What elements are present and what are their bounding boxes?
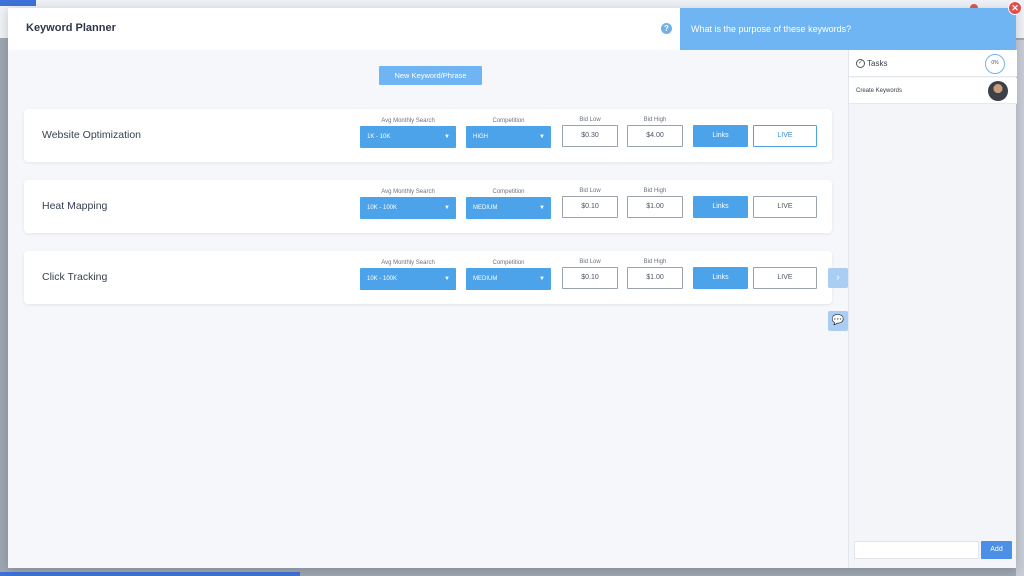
avg-monthly-search-value: 10K - 100K xyxy=(367,205,398,211)
expand-panel-icon[interactable]: › xyxy=(828,268,848,288)
keyword-name: Heat Mapping xyxy=(42,200,108,212)
bid-low-input[interactable]: $0.30 xyxy=(562,125,618,147)
chat-icon[interactable]: 💬 xyxy=(828,311,848,331)
background-scroll-area xyxy=(1016,40,1024,576)
tasks-progress: 0% xyxy=(985,54,1005,74)
bid-low-input[interactable]: $0.10 xyxy=(562,267,618,289)
keyword-list-area: New Keyword/Phrase Website Optimization … xyxy=(8,50,848,568)
tasks-panel: ✓ Tasks 0% Create Keywords Add xyxy=(848,50,1017,568)
keyword-planner-modal: Keyword Planner ? What is the purpose of… xyxy=(8,8,1017,568)
competition-select[interactable]: HIGH ▼ xyxy=(466,126,551,148)
help-icon[interactable]: ? xyxy=(661,23,672,34)
bid-high-label: Bid High xyxy=(643,188,667,194)
check-circle-icon: ✓ xyxy=(856,59,865,68)
competition-label: Competition xyxy=(492,189,525,195)
links-button[interactable]: Links xyxy=(693,267,748,289)
task-label: Create Keywords xyxy=(856,88,903,94)
keyword-row: Website Optimization Avg Monthly Search … xyxy=(24,109,832,162)
tasks-title: Tasks xyxy=(867,59,888,68)
avg-monthly-search-select[interactable]: 1K - 10K ▼ xyxy=(360,126,456,148)
live-button[interactable]: LIVE xyxy=(753,125,817,147)
page-title: Keyword Planner xyxy=(26,22,116,34)
close-icon[interactable]: ✕ xyxy=(1009,2,1021,14)
bid-low-label: Bid Low xyxy=(579,117,601,123)
chevron-down-icon: ▼ xyxy=(539,134,545,140)
keyword-row: Click Tracking Avg Monthly Search 10K - … xyxy=(24,251,832,304)
bid-high-input[interactable]: $4.00 xyxy=(627,125,683,147)
avg-monthly-search-label: Avg Monthly Search xyxy=(381,189,435,195)
live-button[interactable]: LIVE xyxy=(753,196,817,218)
avg-monthly-search-value: 1K - 10K xyxy=(367,134,391,140)
competition-label: Competition xyxy=(492,118,525,124)
keyword-row: Heat Mapping Avg Monthly Search 10K - 10… xyxy=(24,180,832,233)
add-task-input[interactable] xyxy=(854,541,979,559)
avg-monthly-search-select[interactable]: 10K - 100K ▼ xyxy=(360,268,456,290)
bid-high-input[interactable]: $1.00 xyxy=(627,267,683,289)
avg-monthly-search-label: Avg Monthly Search xyxy=(381,118,435,124)
competition-value: HIGH xyxy=(473,134,488,140)
competition-value: MEDIUM xyxy=(473,205,498,211)
keyword-name: Click Tracking xyxy=(42,271,108,283)
purpose-prompt[interactable]: What is the purpose of these keywords? xyxy=(680,8,1016,50)
chevron-down-icon: ▼ xyxy=(539,276,545,282)
avg-monthly-search-value: 10K - 100K xyxy=(367,276,398,282)
background-progress-bar xyxy=(0,572,300,576)
avatar xyxy=(988,81,1008,101)
bid-low-label: Bid Low xyxy=(579,259,601,265)
modal-header: Keyword Planner ? What is the purpose of… xyxy=(8,8,1016,50)
competition-select[interactable]: MEDIUM ▼ xyxy=(466,268,551,290)
bid-high-input[interactable]: $1.00 xyxy=(627,196,683,218)
task-item[interactable]: Create Keywords xyxy=(849,78,1017,104)
background-accent xyxy=(0,0,36,6)
keyword-name: Website Optimization xyxy=(42,129,142,141)
links-button[interactable]: Links xyxy=(693,196,748,218)
tasks-header: ✓ Tasks 0% xyxy=(849,50,1017,77)
bid-low-input[interactable]: $0.10 xyxy=(562,196,618,218)
avg-monthly-search-select[interactable]: 10K - 100K ▼ xyxy=(360,197,456,219)
bid-high-label: Bid High xyxy=(643,117,667,123)
chevron-down-icon: ▼ xyxy=(444,276,450,282)
competition-label: Competition xyxy=(492,260,525,266)
bid-low-label: Bid Low xyxy=(579,188,601,194)
avg-monthly-search-label: Avg Monthly Search xyxy=(381,260,435,266)
live-button[interactable]: LIVE xyxy=(753,267,817,289)
competition-select[interactable]: MEDIUM ▼ xyxy=(466,197,551,219)
competition-value: MEDIUM xyxy=(473,276,498,282)
purpose-prompt-text: What is the purpose of these keywords? xyxy=(691,24,852,34)
chevron-down-icon: ▼ xyxy=(539,205,545,211)
new-keyword-button[interactable]: New Keyword/Phrase xyxy=(379,66,482,85)
chevron-down-icon: ▼ xyxy=(444,205,450,211)
links-button[interactable]: Links xyxy=(693,125,748,147)
add-task-button[interactable]: Add xyxy=(981,541,1012,559)
chevron-down-icon: ▼ xyxy=(444,134,450,140)
bid-high-label: Bid High xyxy=(643,259,667,265)
